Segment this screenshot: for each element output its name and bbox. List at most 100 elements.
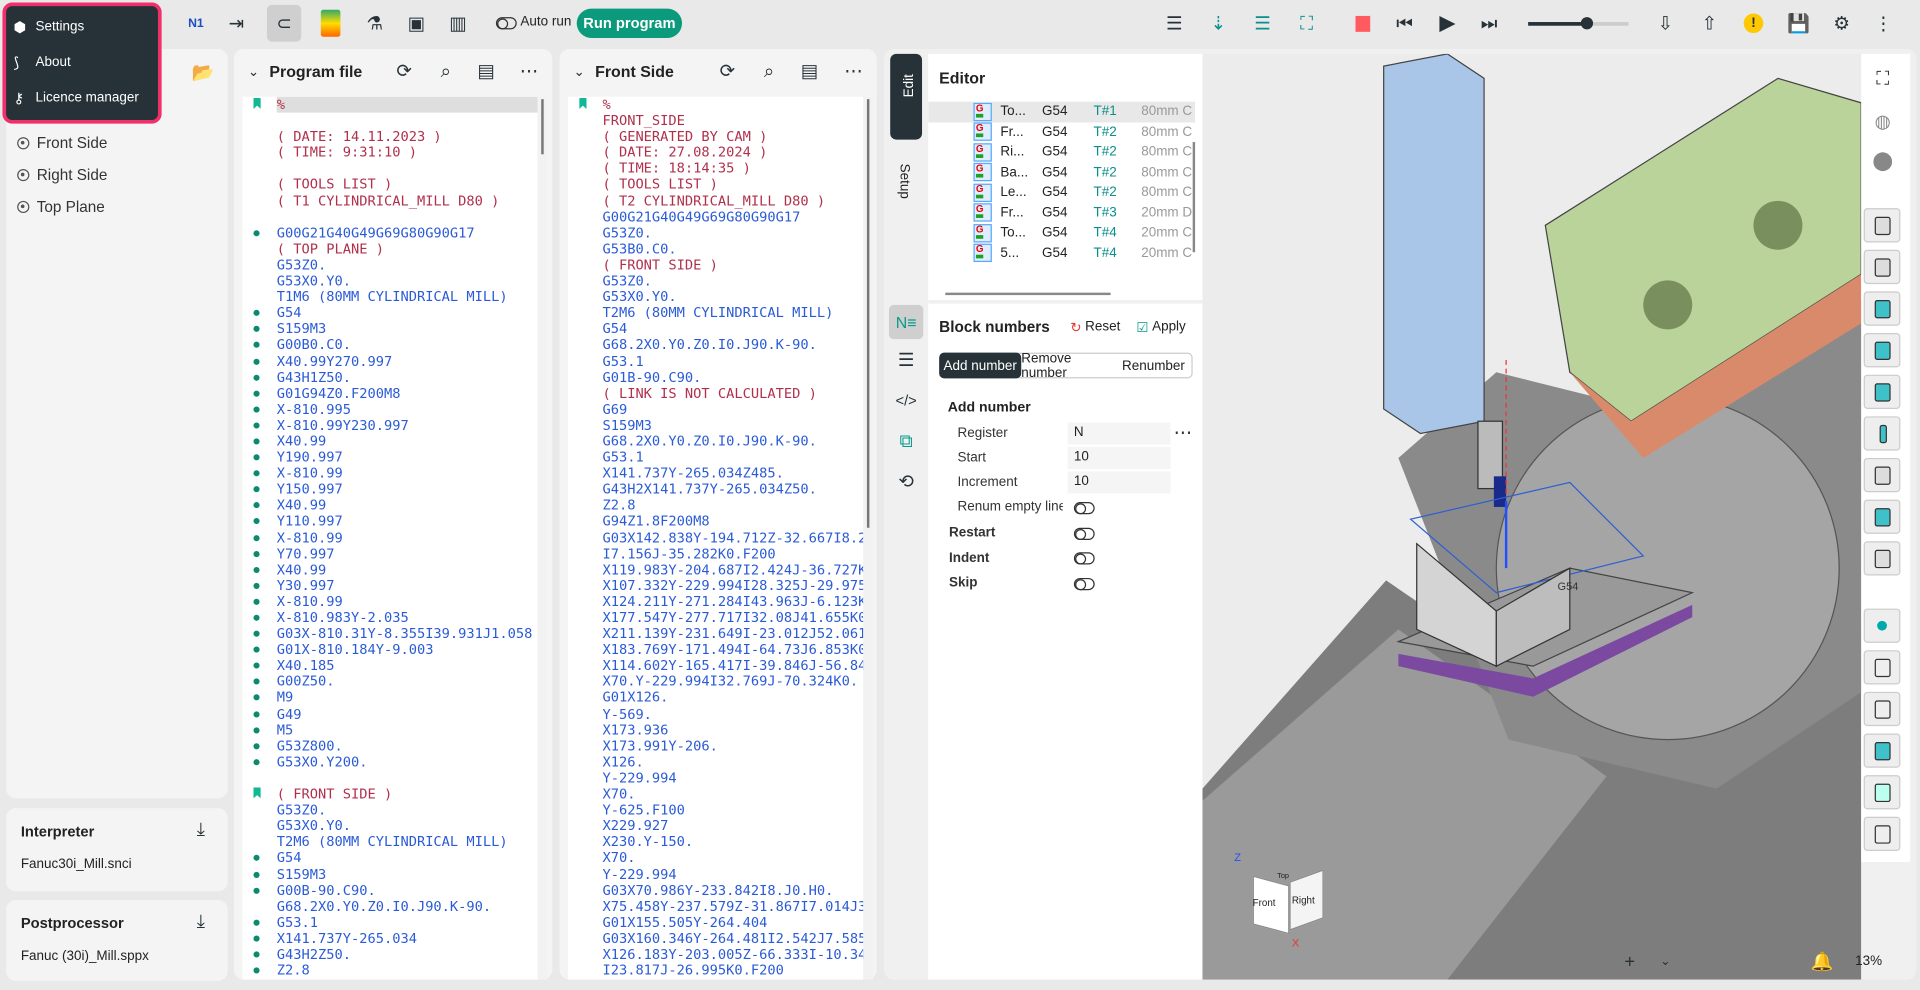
code-line[interactable]: G53.1	[568, 353, 863, 369]
breakpoint-dot-icon[interactable]	[252, 321, 262, 337]
list-icon[interactable]: ☰	[1163, 11, 1185, 35]
code-line[interactable]: G01X126.	[568, 690, 863, 706]
increment-field[interactable]: 10	[1067, 471, 1171, 494]
cube-right-label[interactable]: Right	[1292, 895, 1315, 906]
code-line[interactable]: S159M3	[568, 417, 863, 433]
code-line[interactable]: X-810.983Y-2.035	[242, 610, 537, 626]
restart-toggle[interactable]	[1073, 527, 1095, 541]
list-step-icon[interactable]: ⇣	[1207, 11, 1229, 35]
code-line[interactable]: ( TOOLS LIST )	[242, 177, 537, 193]
operation-row[interactable]: G Le... G54 T#2 80mm C	[928, 182, 1195, 202]
breakpoint-dot-icon[interactable]	[252, 882, 262, 898]
operation-row[interactable]: G To... G54 T#1 80mm C	[928, 101, 1196, 122]
code-line[interactable]: X119.983Y-204.687I2.424J-36.727K0.	[568, 562, 863, 578]
code-line[interactable]: G53X0.Y0.	[242, 273, 537, 289]
code-line[interactable]: G00B0.C0.	[242, 337, 537, 353]
breakpoint-dot-icon[interactable]	[252, 482, 262, 498]
code-line[interactable]: X-810.99	[242, 465, 537, 481]
code-line[interactable]: T2M6 (80MM CYLINDRICAL MILL)	[568, 305, 863, 321]
code-line[interactable]	[242, 113, 537, 129]
code-line[interactable]: G43H1Z50.	[242, 369, 537, 385]
code-line[interactable]: X-810.99	[242, 530, 537, 546]
code-line[interactable]: ( LINK IS NOT CALCULATED )	[568, 385, 863, 401]
code-line[interactable]: G01X-810.184Y-9.003	[242, 642, 537, 658]
breakpoint-dot-icon[interactable]	[252, 578, 262, 594]
bookmark-icon[interactable]	[252, 97, 262, 113]
shaded-icon[interactable]: ⬤	[1867, 144, 1898, 175]
code-line[interactable]: G03X142.838Y-194.712Z-32.667I8.257J3	[568, 530, 863, 546]
fixture-icon[interactable]: ⚗	[362, 10, 386, 37]
code-line[interactable]: Z2.8	[568, 498, 863, 514]
code-line[interactable]: X40.99	[242, 498, 537, 514]
code-line[interactable]: X141.737Y-265.034	[242, 930, 537, 946]
download-warning-icon[interactable]: ⇩	[1654, 11, 1676, 35]
code-line[interactable]: G53X0.Y0.	[242, 818, 537, 834]
code-line[interactable]: Y-229.994	[568, 770, 863, 786]
eye-icon[interactable]	[17, 137, 30, 150]
code-line[interactable]: ( T1 CYLINDRICAL_MILL D80 )	[242, 193, 537, 209]
download-icon[interactable]: ⤓	[190, 818, 212, 840]
breakpoint-dot-icon[interactable]	[252, 658, 262, 674]
code-line[interactable]: T2M6 (80MM CYLINDRICAL MILL)	[242, 834, 537, 850]
code-line[interactable]	[242, 770, 537, 786]
breakpoint-dot-icon[interactable]	[252, 594, 262, 610]
breakpoint-dot-icon[interactable]	[252, 930, 262, 946]
breakpoint-dot-icon[interactable]	[252, 963, 262, 979]
code-line[interactable]: G53Z0.	[242, 802, 537, 818]
code-line[interactable]: ( T2 CYLINDRICAL_MILL D80 )	[568, 193, 863, 209]
auto-run-toggle[interactable]	[495, 17, 517, 30]
horizontal-scrollbar[interactable]	[945, 292, 1111, 296]
tree-item-front-side[interactable]: Front Side	[17, 135, 107, 152]
code-line[interactable]: G53X0.Y200.	[242, 754, 537, 770]
code-line[interactable]: X75.458Y-237.579Z-31.867I7.014J3.848	[568, 898, 863, 914]
code-line[interactable]: X177.547Y-277.717I32.08J41.655K0.	[568, 610, 863, 626]
code-line[interactable]: Y30.997	[242, 578, 537, 594]
breakpoint-dot-icon[interactable]	[252, 305, 262, 321]
register-field[interactable]: N	[1067, 422, 1171, 445]
code-line[interactable]: T1M6 (80MM CYLINDRICAL MILL)	[242, 289, 537, 305]
transform-icon[interactable]: ⇥	[224, 10, 248, 37]
tree-item-top-plane[interactable]: Top Plane	[17, 198, 105, 216]
speed-slider[interactable]	[1528, 17, 1629, 30]
code-line[interactable]: G53.1	[242, 914, 537, 930]
view-button-2[interactable]	[1863, 249, 1901, 285]
code-line[interactable]: Y-569.	[568, 706, 863, 722]
code-line[interactable]: G54	[242, 850, 537, 866]
code-line[interactable]: S159M3	[242, 321, 537, 337]
operation-row[interactable]: G Ba... G54 T#2 80mm C	[928, 162, 1195, 182]
surface-wire-icon[interactable]	[1863, 691, 1901, 727]
code-line[interactable]: G68.2X0.Y0.Z0.I0.J90.K-90.	[568, 337, 863, 353]
code-line[interactable]: X124.211Y-271.284I43.963J-6.123K0.	[568, 594, 863, 610]
code-line[interactable]: G94Z1.8F200M8	[568, 514, 863, 530]
view-cube[interactable]: Front Right Top Z X	[1234, 851, 1324, 949]
convert-tool-icon[interactable]: ⧉	[889, 426, 923, 455]
breakpoint-dot-icon[interactable]	[252, 353, 262, 369]
code-line[interactable]: X40.99Y270.997	[242, 353, 537, 369]
code-line[interactable]	[242, 209, 537, 225]
breakpoint-dot-icon[interactable]	[252, 530, 262, 546]
code-line[interactable]: Z2.8	[242, 963, 537, 979]
breakpoint-dot-icon[interactable]	[252, 738, 262, 754]
code-line[interactable]: G01G94Z0.F200M8	[242, 385, 537, 401]
code-line[interactable]: Y-625.F100	[568, 802, 863, 818]
breakpoint-dot-icon[interactable]	[252, 369, 262, 385]
code-line[interactable]: G01B-90.C90.	[568, 369, 863, 385]
code-line[interactable]: X40.99	[242, 562, 537, 578]
code-line[interactable]: M9	[242, 690, 537, 706]
code-line[interactable]: Y-229.994	[568, 866, 863, 882]
code-line[interactable]: G00B-90.C90.	[242, 882, 537, 898]
menu-item-about[interactable]: ⟆ About	[13, 48, 154, 77]
refresh-icon[interactable]: ⟳	[393, 60, 415, 82]
tree-item-right-side[interactable]: Right Side	[17, 167, 107, 184]
operation-row[interactable]: G Fr... G54 T#3 20mm D	[928, 203, 1195, 223]
search-icon[interactable]: ⌕	[758, 60, 780, 82]
code-line[interactable]: G01X155.505Y-264.404	[568, 914, 863, 930]
code-line[interactable]: G03X70.986Y-233.842I8.J0.H0.	[568, 882, 863, 898]
tab-edit[interactable]: Edit	[890, 53, 923, 140]
apply-button[interactable]: ☑ Apply	[1136, 320, 1185, 336]
cube-front-label[interactable]: Front	[1253, 898, 1276, 909]
scrollbar[interactable]	[537, 96, 548, 980]
code-line[interactable]: G00G21G40G49G69G80G90G17	[242, 225, 537, 241]
code-line[interactable]: X126.	[568, 754, 863, 770]
fit-icon[interactable]: ⛶	[1296, 11, 1318, 35]
